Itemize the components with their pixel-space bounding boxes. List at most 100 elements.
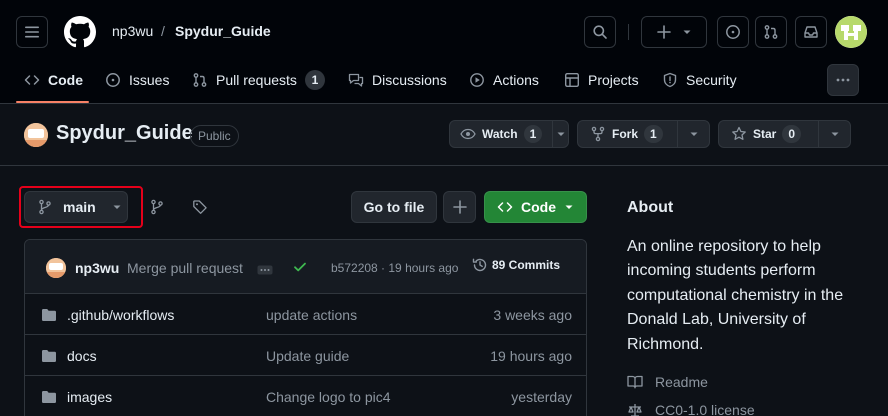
selected-tab-indicator (16, 101, 89, 103)
file-commit-time: 3 weeks ago (493, 307, 572, 323)
branches-link[interactable] (149, 199, 165, 215)
fork-button[interactable]: Fork 1 (577, 120, 710, 148)
caret-down-icon (683, 30, 691, 34)
pull-request-icon (764, 25, 778, 39)
plus-icon (452, 200, 467, 214)
file-commit-time: 19 hours ago (490, 348, 572, 364)
file-commit-time: yesterday (511, 389, 572, 405)
about-description: An online repository to help incoming st… (627, 238, 844, 353)
issues-button[interactable] (717, 16, 749, 48)
tab-discussions[interactable]: Discussions (348, 64, 447, 96)
go-to-file-label: Go to file (363, 199, 425, 215)
pull-requests-button[interactable] (755, 16, 787, 48)
watch-count: 1 (523, 125, 543, 143)
book-icon (627, 375, 643, 389)
tab-discussions-label: Discussions (372, 72, 447, 88)
repo-header-divider (0, 165, 888, 166)
check-icon[interactable] (293, 260, 307, 274)
tab-actions[interactable]: Actions (469, 64, 539, 96)
repo-title[interactable]: Spydur_Guide (56, 122, 193, 145)
file-commit-message[interactable]: Update guide (266, 348, 349, 364)
top-header: np3wu / Spydur_Guide Code Issues Pull re… (0, 0, 888, 104)
pull-requests-count: 1 (304, 70, 325, 90)
user-avatar[interactable] (835, 16, 867, 48)
history-icon (472, 258, 487, 272)
folder-icon (42, 309, 56, 321)
visibility-badge: Public (190, 125, 239, 147)
file-row[interactable]: docs Update guide 19 hours ago (25, 335, 586, 376)
file-commit-message[interactable]: Change logo to pic4 (266, 389, 391, 405)
more-tabs-button[interactable] (827, 64, 859, 96)
code-button-label: Code (521, 199, 556, 215)
about-heading: About (627, 199, 674, 216)
commit-author-avatar[interactable] (46, 258, 66, 278)
header-divider (628, 24, 629, 40)
caret-down-icon (831, 132, 838, 136)
tab-security-label: Security (686, 72, 737, 88)
tab-actions-label: Actions (493, 72, 539, 88)
star-dropdown[interactable] (818, 121, 850, 147)
law-icon (628, 404, 642, 416)
add-file-button[interactable] (443, 191, 476, 223)
star-icon (732, 126, 746, 140)
file-name[interactable]: docs (67, 348, 97, 364)
star-count: 0 (782, 125, 802, 143)
latest-commit-bar: np3wu Merge pull request b572208 · 19 ho… (25, 240, 586, 294)
fork-dropdown[interactable] (677, 121, 709, 147)
shield-icon (663, 72, 677, 88)
tab-issues-label: Issues (129, 72, 170, 88)
repo-link[interactable]: Spydur_Guide (175, 23, 271, 39)
tags-link[interactable] (192, 199, 208, 215)
tab-projects[interactable]: Projects (564, 64, 639, 96)
star-button[interactable]: Star 0 (718, 120, 851, 148)
watch-button[interactable]: Watch 1 (449, 120, 569, 148)
menu-button[interactable] (16, 16, 48, 48)
commit-hash-time[interactable]: b572208 · 19 hours ago (331, 261, 458, 275)
file-row[interactable]: .github/workflows update actions 3 weeks… (25, 294, 586, 335)
file-name[interactable]: images (67, 389, 112, 405)
tab-pull-requests[interactable]: Pull requests 1 (192, 64, 325, 96)
branch-icon (151, 199, 163, 215)
code-button[interactable]: Code (484, 191, 587, 223)
owner-link[interactable]: np3wu (112, 23, 153, 39)
go-to-file-button[interactable]: Go to file (351, 191, 437, 223)
license-link[interactable]: CC0-1.0 license (627, 402, 755, 416)
breadcrumb-separator: / (161, 23, 165, 39)
issue-icon (726, 25, 740, 39)
file-row[interactable]: images Change logo to pic4 yesterday (25, 376, 586, 416)
tab-code[interactable]: Code (24, 64, 83, 96)
star-label: Star (753, 127, 777, 141)
repo-owner-avatar (24, 123, 48, 147)
file-name[interactable]: .github/workflows (67, 307, 174, 323)
eye-icon (460, 128, 476, 140)
commit-message[interactable]: Merge pull request (127, 260, 249, 276)
hamburger-icon (25, 26, 39, 38)
commit-author[interactable]: np3wu (75, 260, 119, 276)
file-commit-message[interactable]: update actions (266, 307, 357, 323)
tab-code-label: Code (48, 72, 83, 88)
issue-icon (106, 73, 120, 87)
create-new-button[interactable] (641, 16, 707, 48)
search-button[interactable] (584, 16, 616, 48)
fork-icon (591, 126, 605, 142)
discussion-icon (348, 73, 364, 87)
fork-count: 1 (644, 125, 663, 143)
readme-link[interactable]: Readme (627, 374, 708, 390)
file-browser: np3wu Merge pull request b572208 · 19 ho… (24, 239, 587, 416)
code-icon (497, 202, 513, 212)
caret-down-icon (690, 132, 697, 136)
commits-link[interactable]: 89 Commits (472, 257, 560, 273)
github-logo-icon[interactable] (64, 16, 96, 48)
expand-commit-message[interactable] (257, 262, 273, 275)
caret-down-icon (565, 205, 573, 209)
watch-dropdown[interactable] (552, 121, 568, 147)
tab-security[interactable]: Security (662, 64, 737, 96)
play-icon (470, 73, 484, 87)
tag-icon (193, 200, 207, 214)
ellipsis-icon (257, 265, 273, 275)
inbox-button[interactable] (795, 16, 827, 48)
watch-label: Watch (482, 127, 518, 141)
table-icon (565, 73, 580, 88)
fork-label: Fork (612, 127, 639, 141)
tab-issues[interactable]: Issues (105, 64, 169, 96)
